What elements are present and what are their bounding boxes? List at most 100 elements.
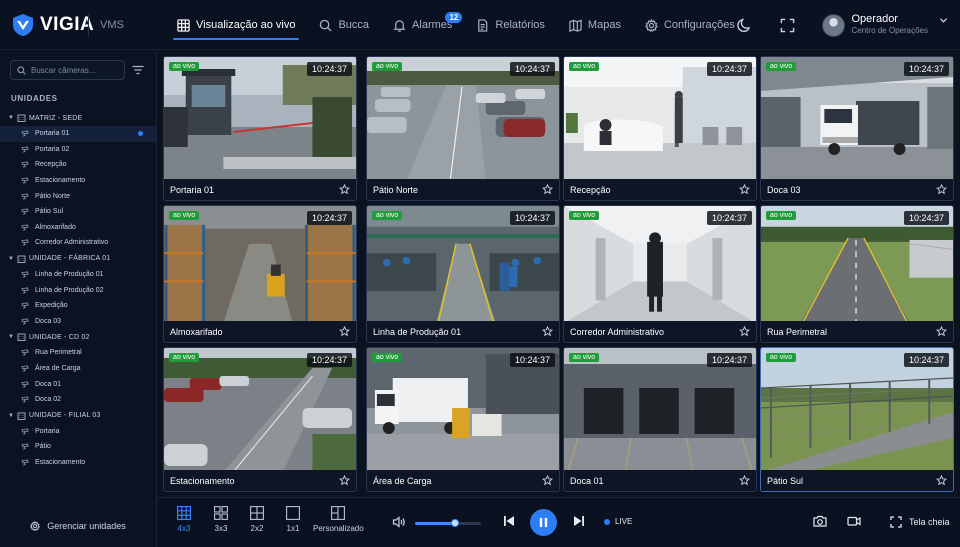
nav-reports[interactable]: Relatórios xyxy=(464,0,557,50)
camera-list-item[interactable]: Doca 03 xyxy=(0,314,156,330)
camera-search-input[interactable] xyxy=(31,65,121,75)
nav-search[interactable]: Bucca xyxy=(307,0,381,50)
camera-caption: Doca 03 xyxy=(761,179,953,200)
layout-2x2-button[interactable]: 2x2 xyxy=(250,506,264,533)
camera-list-item[interactable]: Portaria xyxy=(0,424,156,440)
live-badge: ao vivo xyxy=(372,62,403,71)
layout-1x1-button[interactable]: 1x1 xyxy=(286,506,300,533)
next-icon[interactable] xyxy=(572,514,586,528)
filter-icon[interactable] xyxy=(131,63,145,77)
star-favorite-icon[interactable] xyxy=(542,326,553,337)
pause-icon xyxy=(539,517,548,528)
camera-tile[interactable]: ao vivo 10:24:37 Portaria 01 xyxy=(163,56,357,201)
star-favorite-icon[interactable] xyxy=(542,184,553,195)
camera-tile[interactable]: ao vivo 10:24:37 Almoxarifado xyxy=(163,205,357,343)
units-tree: ▼ MATRIZ - SEDE Portaria 01 Portaria 02 Rece… xyxy=(0,110,156,512)
camera-tile[interactable]: ao vivo 10:24:37 Rua Perimetral xyxy=(760,205,954,343)
nav-reports-label: Relatórios xyxy=(495,19,545,31)
layout-custom-button[interactable]: Personalizado xyxy=(313,506,364,533)
camera-tile[interactable]: ao vivo 10:24:37 Estacionamento xyxy=(163,347,357,492)
camera-list-item[interactable]: Doca 02 xyxy=(0,392,156,408)
camera-list-item-label: Rua Perimetral xyxy=(35,349,82,357)
fullscreen-button[interactable]: Tela cheia xyxy=(890,516,950,528)
star-favorite-icon[interactable] xyxy=(339,184,350,195)
camera-tile[interactable]: ao vivo 10:24:37 Corredor Administrativo xyxy=(563,205,757,343)
camera-list-item[interactable]: Área de Carga xyxy=(0,361,156,377)
manage-units-button[interactable]: Gerenciar unidades xyxy=(0,513,156,539)
camera-list-item[interactable]: Almoxarifado xyxy=(0,220,156,236)
layout-2x2-label: 2x2 xyxy=(250,524,264,533)
theme-toggle-button[interactable] xyxy=(728,9,760,41)
timestamp: 10:24:37 xyxy=(706,62,752,76)
camera-caption: Portaria 01 xyxy=(164,179,356,200)
star-favorite-icon[interactable] xyxy=(739,184,750,195)
top-bar: VIGIA VMS Visualização ao vivo Bucca Ala… xyxy=(0,0,960,50)
volume-icon[interactable] xyxy=(392,515,406,529)
previous-icon[interactable] xyxy=(502,514,516,528)
star-favorite-icon[interactable] xyxy=(739,326,750,337)
camera-list-item[interactable]: Pátio Sul xyxy=(0,204,156,220)
timestamp: 10:24:37 xyxy=(706,211,752,225)
camera-list-item[interactable]: Portaria 01 xyxy=(0,126,156,142)
bell-icon xyxy=(393,19,406,32)
map-icon xyxy=(569,19,582,32)
unit-group[interactable]: ▼ UNIDADE - FÁBRICA 01 xyxy=(0,251,156,267)
logo[interactable]: VIGIA xyxy=(12,13,94,37)
layout-3x3-button[interactable]: 3x3 xyxy=(214,506,228,533)
star-favorite-icon[interactable] xyxy=(936,184,947,195)
unit-group[interactable]: ▼ MATRIZ - SEDE xyxy=(0,110,156,126)
camera-tile[interactable]: ao vivo 10:24:37 Doca 01 xyxy=(563,347,757,492)
camera-icon xyxy=(21,208,29,215)
camera-list-item[interactable]: Recepção xyxy=(0,157,156,173)
star-favorite-icon[interactable] xyxy=(936,475,947,486)
fullscreen-toggle-button[interactable] xyxy=(772,9,804,41)
live-badge: ao vivo xyxy=(569,211,600,220)
star-favorite-icon[interactable] xyxy=(542,475,553,486)
camera-name: Estacionamento xyxy=(170,475,235,486)
video-record-icon[interactable] xyxy=(847,514,861,528)
pause-button[interactable] xyxy=(530,509,557,536)
layout-4x3-button[interactable]: 4x3 xyxy=(177,506,191,533)
camera-icon xyxy=(21,349,29,356)
camera-list-item[interactable]: Pátio Norte xyxy=(0,188,156,204)
star-favorite-icon[interactable] xyxy=(936,326,947,337)
camera-list-item[interactable]: Estacionamento xyxy=(0,173,156,189)
camera-list-item[interactable]: Expedição xyxy=(0,298,156,314)
star-favorite-icon[interactable] xyxy=(739,475,750,486)
camera-snapshot-icon[interactable] xyxy=(813,514,827,528)
star-favorite-icon[interactable] xyxy=(339,326,350,337)
live-badge: ao vivo xyxy=(169,353,200,362)
nav-alarms[interactable]: Alarmes 12 xyxy=(381,0,464,50)
unit-group[interactable]: ▼ UNIDADE - CD 02 xyxy=(0,329,156,345)
nav-maps[interactable]: Mapas xyxy=(557,0,633,50)
volume-slider[interactable] xyxy=(415,519,481,527)
camera-caption: Rua Perimetral xyxy=(761,321,953,342)
camera-list-item[interactable]: Corredor Administrativo xyxy=(0,235,156,251)
building-icon xyxy=(17,114,26,122)
logo-text: VIGIA xyxy=(40,14,95,35)
camera-list-item-label: Estacionamento xyxy=(35,458,86,466)
camera-tile[interactable]: ao vivo 10:24:37 Linha de Produção 01 xyxy=(366,205,560,343)
timestamp: 10:24:37 xyxy=(306,211,352,225)
camera-list-item[interactable]: Pátio xyxy=(0,439,156,455)
camera-list-item[interactable]: Doca 01 xyxy=(0,376,156,392)
camera-list-item[interactable]: Linha de Produção 01 xyxy=(0,267,156,283)
nav-live-view[interactable]: Visualização ao vivo xyxy=(165,0,307,50)
camera-list-item[interactable]: Estacionamento xyxy=(0,455,156,471)
star-favorite-icon[interactable] xyxy=(339,475,350,486)
camera-list-item[interactable]: Portaria 02 xyxy=(0,142,156,158)
camera-tile[interactable]: ao vivo 10:24:37 Área de Carga xyxy=(366,347,560,492)
volume-slider-knob[interactable] xyxy=(450,519,459,527)
camera-tile[interactable]: ao vivo 10:24:37 Recepção xyxy=(563,56,757,201)
camera-tile[interactable]: ao vivo 10:24:37 Doca 03 xyxy=(760,56,954,201)
user-menu[interactable]: Operador Centro de Operações xyxy=(821,13,949,37)
camera-search xyxy=(10,60,125,80)
camera-tile[interactable]: ao vivo 10:24:37 Pátio Sul xyxy=(760,347,954,492)
camera-list-item[interactable]: Rua Perimetral xyxy=(0,345,156,361)
camera-tile[interactable]: ao vivo 10:24:37 Pátio Norte xyxy=(366,56,560,201)
camera-list-item[interactable]: Linha de Produção 02 xyxy=(0,282,156,298)
layout-4x3-label: 4x3 xyxy=(177,524,191,533)
custom-layout-icon xyxy=(331,506,346,520)
playback-bar: 4x3 3x3 2x2 1x1 Personalizado LIVE Tela … xyxy=(158,497,960,547)
unit-group[interactable]: ▼ UNIDADE - FILIAL 03 xyxy=(0,408,156,424)
